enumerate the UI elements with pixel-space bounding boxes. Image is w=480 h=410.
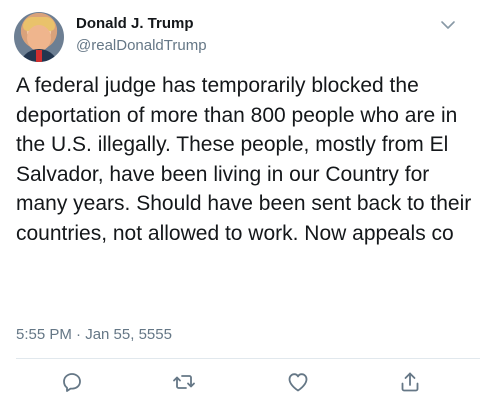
chevron-down-icon[interactable] [439,16,457,34]
avatar-face [27,25,51,51]
tweet-card: Donald J. Trump @realDonaldTrump A feder… [0,0,480,410]
retweet-button[interactable] [172,370,196,394]
share-icon [401,372,419,392]
author-handle[interactable]: @realDonaldTrump [76,37,207,54]
divider [16,358,480,359]
author-name[interactable]: Donald J. Trump [76,15,194,32]
reply-button[interactable] [60,370,84,394]
heart-icon [288,373,308,392]
avatar-tie [36,50,42,62]
reply-icon [63,373,81,392]
retweet-icon [173,375,195,389]
avatar[interactable] [14,12,64,62]
like-button[interactable] [286,370,310,394]
tweet-timestamp[interactable]: 5:55 PM · Jan 55, 5555 [16,326,172,343]
share-button[interactable] [398,370,422,394]
tweet-text: A federal judge has temporarily blocked … [16,74,472,245]
